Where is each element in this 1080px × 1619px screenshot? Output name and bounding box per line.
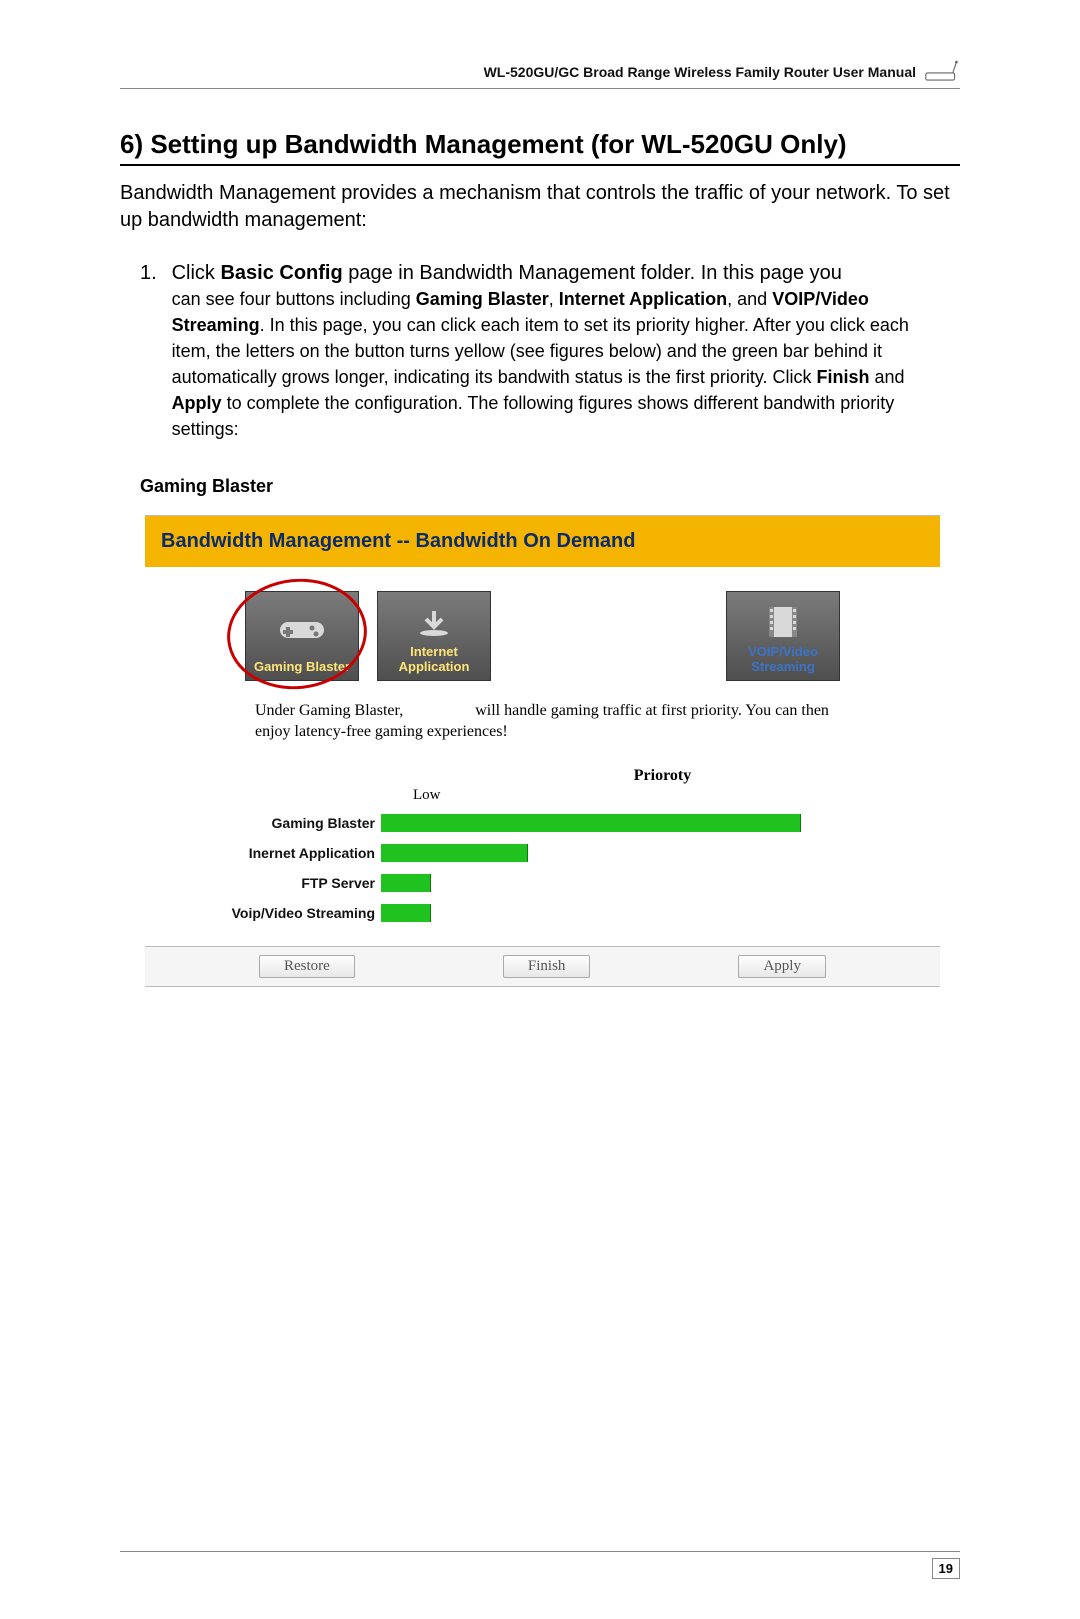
action-row: Restore Finish Apply — [145, 946, 940, 987]
page-number: 19 — [932, 1558, 960, 1579]
page-header: WL-520GU/GC Broad Range Wireless Family … — [120, 60, 960, 89]
bar-label: Voip/Video Streaming — [185, 905, 375, 921]
tile-label: Gaming Blaster — [254, 660, 350, 674]
bar-fill — [381, 814, 801, 832]
manual-title: WL-520GU/GC Broad Range Wireless Family … — [484, 64, 916, 80]
tile-row: Gaming Blaster Internet Application — [145, 567, 940, 693]
download-icon — [414, 592, 454, 645]
bar-fill — [381, 874, 431, 892]
bar-fill — [381, 844, 528, 862]
priority-chart: Prioroty Low Gaming Blaster Inernet Appl… — [145, 759, 940, 946]
section-title: 6) Setting up Bandwidth Management (for … — [120, 129, 960, 166]
page-footer: 19 — [120, 1551, 960, 1579]
bar-label: FTP Server — [185, 875, 375, 891]
figure-description: Under Gaming Blaster, will handle gaming… — [145, 693, 940, 759]
intro-text: Bandwidth Management provides a mechanis… — [120, 180, 960, 234]
apply-button[interactable]: Apply — [738, 955, 826, 978]
gamepad-icon — [278, 592, 326, 660]
router-icon — [924, 60, 960, 84]
tile-label: VOIP/Video Streaming — [727, 645, 839, 674]
bar-fill — [381, 904, 431, 922]
chart-title: Prioroty — [425, 767, 900, 785]
restore-button[interactable]: Restore — [259, 955, 355, 978]
step-1: 1. Click Basic Config page in Bandwidth … — [140, 260, 960, 442]
tile-voip-video[interactable]: VOIP/Video Streaming — [726, 591, 840, 681]
step-number: 1. — [140, 260, 166, 286]
bar-label: Gaming Blaster — [185, 815, 375, 831]
bar-row-voip: Voip/Video Streaming — [185, 898, 900, 928]
sub-heading-gaming-blaster: Gaming Blaster — [140, 476, 960, 497]
bar-label: Inernet Application — [185, 845, 375, 861]
bar-row-internet: Inernet Application — [185, 838, 900, 868]
figure-banner: Bandwidth Management -- Bandwidth On Dem… — [145, 516, 940, 567]
tile-gaming-blaster[interactable]: Gaming Blaster — [245, 591, 359, 681]
tile-internet-application[interactable]: Internet Application — [377, 591, 491, 681]
axis-low-label: Low — [413, 787, 900, 804]
tile-label: Internet Application — [378, 645, 490, 674]
step-text: Click Basic Config page in Bandwidth Man… — [172, 262, 842, 284]
bar-row-gaming: Gaming Blaster — [185, 808, 900, 838]
figure-gaming-blaster: Bandwidth Management -- Bandwidth On Dem… — [145, 515, 940, 987]
bar-row-ftp: FTP Server — [185, 868, 900, 898]
film-icon — [765, 592, 801, 645]
finish-button[interactable]: Finish — [503, 955, 591, 978]
step-subtext: can see four buttons including Gaming Bl… — [172, 289, 909, 439]
